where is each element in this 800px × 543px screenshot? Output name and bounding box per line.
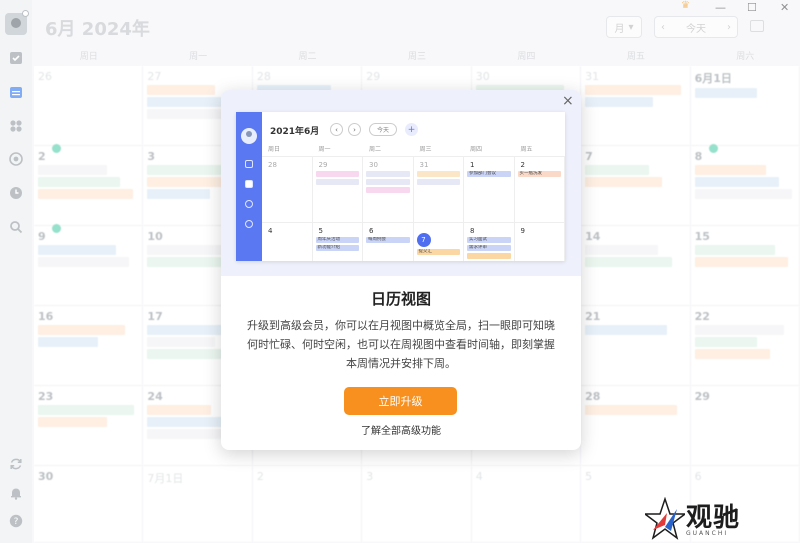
modal-close-button[interactable]: × bbox=[562, 93, 574, 109]
preview-event bbox=[315, 171, 359, 177]
preview-event bbox=[366, 187, 410, 193]
star-logo-icon bbox=[642, 496, 688, 540]
preview-day-cell: 30 bbox=[363, 156, 414, 222]
upgrade-now-button[interactable]: 立即升级 bbox=[344, 387, 457, 415]
preview-event bbox=[315, 179, 359, 185]
preview-title: 2021年6月 bbox=[270, 127, 320, 137]
next-arrow-icon: › bbox=[348, 123, 361, 136]
preview-day-cell: 1 参加部门会议 bbox=[464, 156, 515, 222]
preview-weekday-header: 周日 周一 周二 周三 周四 周五 bbox=[262, 144, 565, 156]
preview-event: 周年庆活动 bbox=[315, 237, 359, 243]
chevron-down-icon: ▾ bbox=[314, 126, 318, 133]
preview-weekday: 周二 bbox=[369, 146, 382, 153]
preview-today-button: 今天 bbox=[369, 123, 397, 136]
preview-day-cell: 29 bbox=[312, 156, 363, 222]
watermark-logo: 观驰 GUANCHI bbox=[642, 496, 760, 543]
preview-location-icon bbox=[245, 200, 253, 208]
preview-day-number: 8 bbox=[470, 227, 475, 235]
preview-weekday: 周日 bbox=[268, 146, 281, 153]
preview-task-icon bbox=[245, 160, 253, 168]
preview-day-cell: 7 提交汇 bbox=[413, 222, 464, 261]
preview-weekday: 周一 bbox=[318, 146, 331, 153]
preview-day-number: 5 bbox=[318, 227, 323, 235]
modal-hero: 2021年6月 ▾ ‹ › 今天 + 周日 周一 周二 周三 周四 周五 2 8 … bbox=[221, 90, 581, 276]
watermark-subtext: GUANCHI bbox=[686, 530, 729, 537]
preview-day-number: 30 bbox=[369, 161, 378, 169]
preview-day-cell: 28 bbox=[262, 156, 313, 222]
preview-event bbox=[416, 179, 460, 185]
preview-day-cell: 5 周年庆活动 新功能介绍 bbox=[312, 222, 363, 261]
preview-event: 需求评审 bbox=[467, 245, 511, 251]
preview-day-number: 9 bbox=[520, 227, 525, 235]
preview-day-number: 2 bbox=[520, 161, 525, 169]
plus-icon: + bbox=[405, 123, 418, 136]
preview-event: 提交汇 bbox=[416, 249, 460, 255]
learn-premium-features-link[interactable]: 了解全部高级功能 bbox=[221, 422, 581, 437]
preview-day-cell: 8 实习面试 需求评审 bbox=[464, 222, 515, 261]
preview-event bbox=[366, 171, 410, 177]
preview-day-number: 6 bbox=[369, 227, 374, 235]
preview-day-cell: 4 bbox=[262, 222, 313, 261]
preview-day-cell: 6 每周例会 bbox=[363, 222, 414, 261]
modal-heading: 日历视图 bbox=[370, 290, 431, 308]
preview-event: 参加部门会议 bbox=[467, 171, 511, 177]
modal-description: 升级到高级会员，你可以在月视图中概览全局，扫一眼即可知晓何时忙碌、何时空闲，也可… bbox=[247, 319, 555, 370]
preview-search-icon bbox=[245, 220, 253, 228]
preview-avatar bbox=[241, 128, 257, 144]
preview-day-cell: 9 bbox=[514, 222, 565, 261]
prev-arrow-icon: ‹ bbox=[330, 123, 343, 136]
preview-event: 新功能介绍 bbox=[315, 245, 359, 251]
preview-day-number: 4 bbox=[268, 227, 273, 235]
preview-day-number: 31 bbox=[419, 161, 429, 169]
preview-event: 实习面试 bbox=[467, 237, 511, 243]
preview-event bbox=[366, 179, 410, 185]
preview-month-grid: 28 29 30 31 1 参加部门会议 2 买一瓶洗发 4 5 周年庆活动 新… bbox=[262, 156, 565, 261]
calendar-preview-image: 2021年6月 ▾ ‹ › 今天 + 周日 周一 周二 周三 周四 周五 2 8 … bbox=[236, 112, 565, 261]
preview-day-number: 1 bbox=[470, 161, 475, 169]
preview-event bbox=[416, 171, 460, 177]
preview-day-number: 28 bbox=[268, 161, 277, 169]
upgrade-modal: 2021年6月 ▾ ‹ › 今天 + 周日 周一 周二 周三 周四 周五 2 8 … bbox=[221, 90, 581, 450]
preview-day-cell: 31 bbox=[413, 156, 464, 222]
preview-weekday: 周三 bbox=[419, 146, 432, 153]
preview-today-number: 7 bbox=[416, 233, 431, 247]
preview-event: 每周例会 bbox=[366, 237, 410, 243]
watermark-text: 观驰 bbox=[686, 503, 741, 533]
preview-calendar-icon bbox=[245, 180, 253, 188]
preview-weekday: 周五 bbox=[520, 146, 533, 153]
preview-day-cell: 2 买一瓶洗发 bbox=[514, 156, 565, 222]
preview-event bbox=[467, 253, 511, 259]
preview-weekday: 周四 bbox=[470, 146, 483, 153]
preview-sidebar bbox=[236, 112, 262, 261]
preview-event: 买一瓶洗发 bbox=[517, 171, 561, 177]
preview-day-number: 29 bbox=[318, 161, 328, 169]
